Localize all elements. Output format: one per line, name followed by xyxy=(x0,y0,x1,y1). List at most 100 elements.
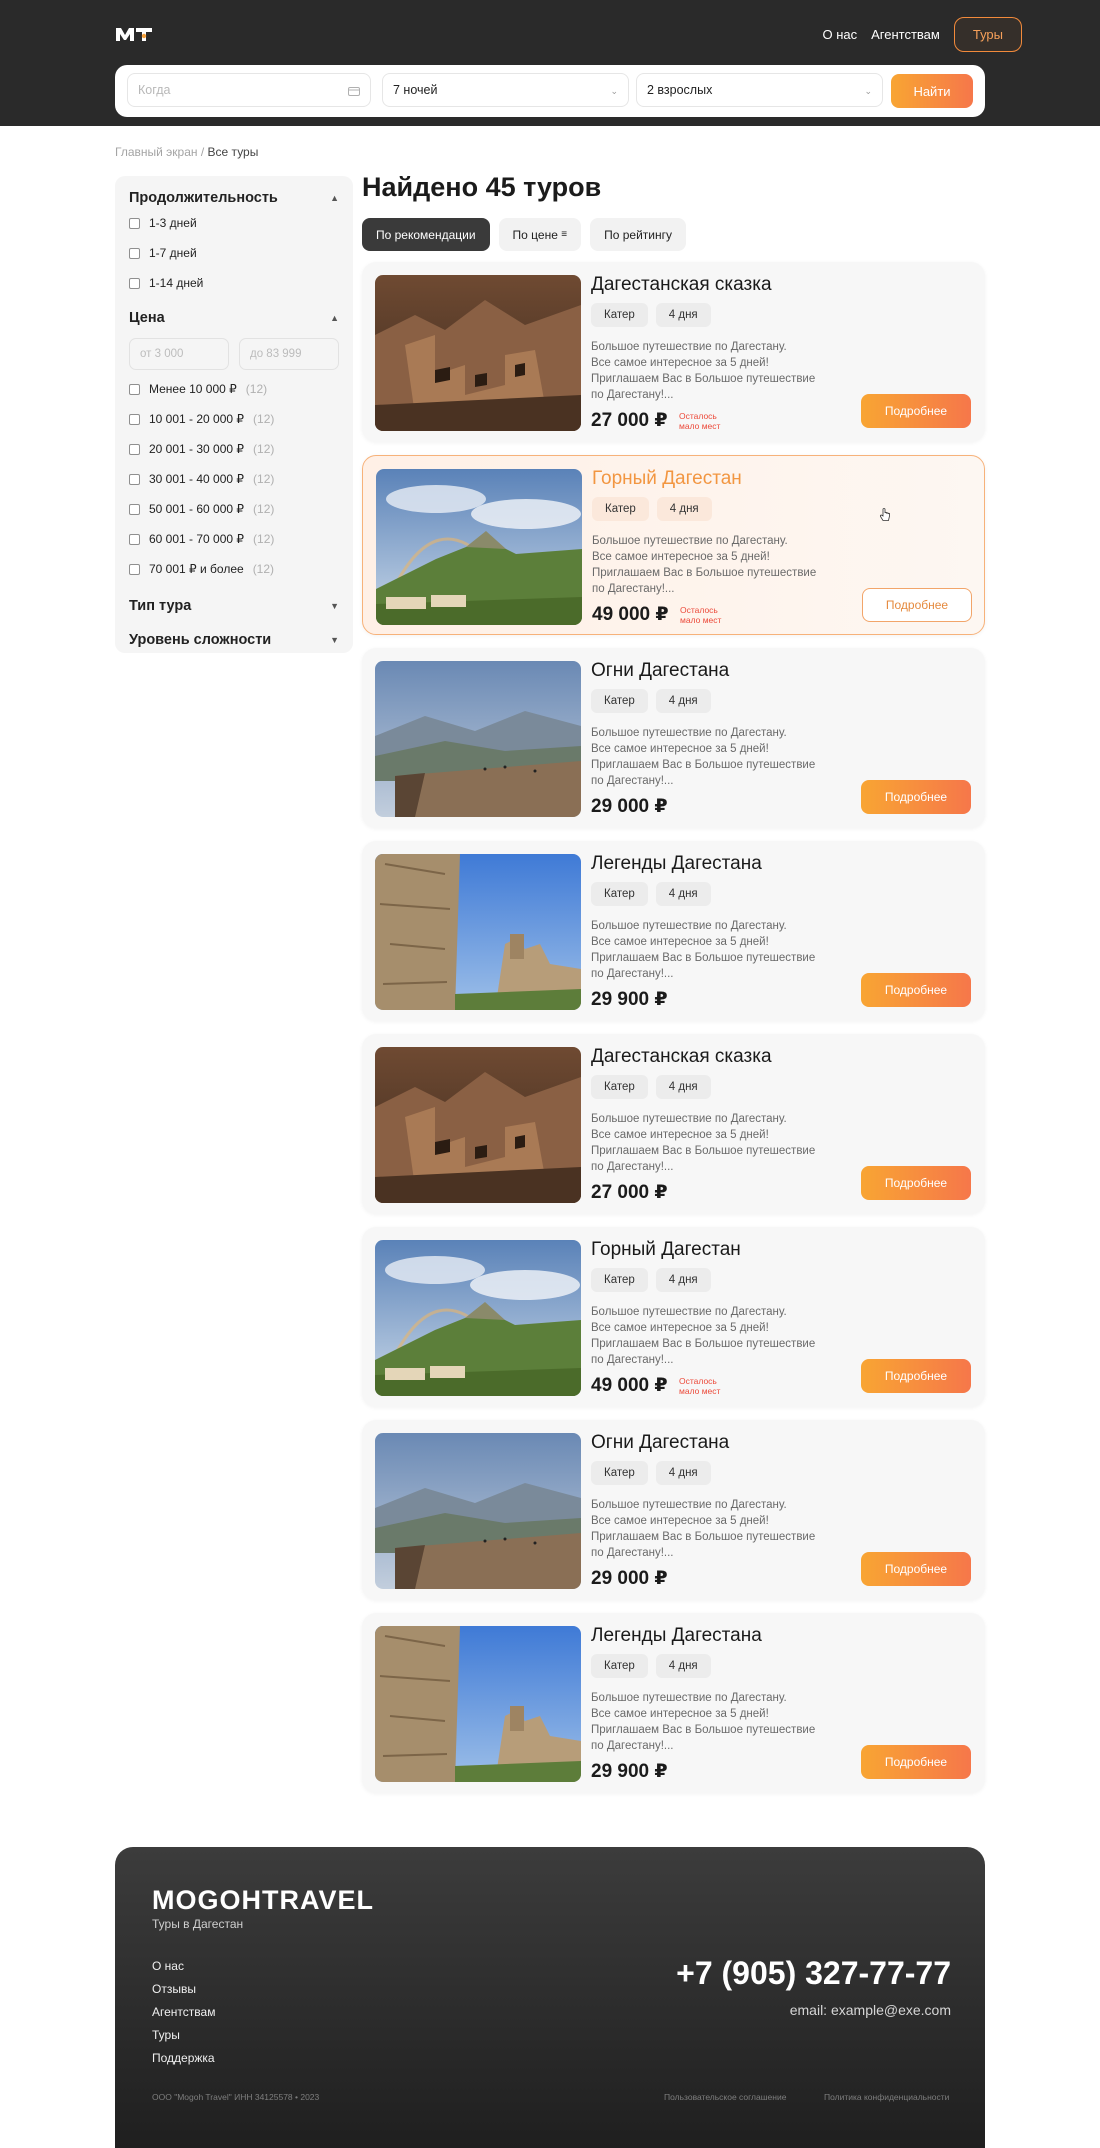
footer-email[interactable]: email: example@exe.com xyxy=(790,2002,951,2018)
checkbox[interactable] xyxy=(129,247,140,259)
tour-image[interactable] xyxy=(375,1626,581,1782)
tour-card[interactable]: Горный Дагестан Катер 4 дня Большое путешес… xyxy=(362,1227,985,1407)
tour-image[interactable] xyxy=(375,1433,581,1589)
filter-option[interactable]: 60 001 - 70 000 ₽ (12) xyxy=(129,524,339,554)
tour-description: Большое путешествие по Дагестану. Все сам… xyxy=(591,1497,851,1561)
tour-card[interactable]: Огни Дагестана Катер 4 дня Большое путешест… xyxy=(362,1420,985,1600)
checkbox[interactable] xyxy=(129,473,140,485)
tour-tag-duration: 4 дня xyxy=(655,1075,711,1099)
tours-button[interactable]: Туры xyxy=(953,17,1022,52)
filter-option[interactable]: 20 001 - 30 000 ₽ (12) xyxy=(129,434,339,464)
checkbox[interactable] xyxy=(129,443,140,455)
tour-price: 29 000 ₽ xyxy=(591,1568,668,1589)
details-button[interactable]: Подробнее xyxy=(861,1166,971,1200)
nav-agencies[interactable]: Агентствам xyxy=(871,27,940,42)
tour-title[interactable]: Горный Дагестан xyxy=(592,468,742,490)
tour-card[interactable]: Дагестанская сказка Катер 4 дня Большое пут… xyxy=(362,1034,985,1214)
filter-option[interactable]: 10 001 - 20 000 ₽ (12) xyxy=(129,404,339,434)
checkbox[interactable] xyxy=(129,563,140,575)
tour-image[interactable] xyxy=(375,1047,581,1203)
filter-option-label: 1-3 дней xyxy=(149,216,197,230)
nights-select[interactable]: 7 ночей ⌄ xyxy=(382,73,629,107)
tour-title[interactable]: Легенды Дагестана xyxy=(591,1625,762,1647)
checkbox[interactable] xyxy=(129,533,140,545)
checkbox[interactable] xyxy=(129,277,140,289)
checkbox[interactable] xyxy=(129,413,140,425)
filter-option[interactable]: 1-14 дней xyxy=(129,268,339,298)
details-button[interactable]: Подробнее xyxy=(861,973,971,1007)
tour-card[interactable]: Легенды Дагестана Катер 4 дня Большое путеш… xyxy=(362,1613,985,1793)
details-button[interactable]: Подробнее xyxy=(861,1552,971,1586)
tour-tag-duration: 4 дня xyxy=(656,497,712,521)
hand-cursor-icon xyxy=(879,508,890,521)
filter-duration-title: Продолжительность xyxy=(129,190,278,206)
filter-option[interactable]: Менее 10 000 ₽ (12) xyxy=(129,374,339,404)
tour-card[interactable]: Горный Дагестан Катер 4 дня Большое путешес… xyxy=(362,455,985,635)
filter-option[interactable]: 30 001 - 40 000 ₽ (12) xyxy=(129,464,339,494)
footer-privacy-link[interactable]: Политика конфиденциальности xyxy=(824,2092,949,2102)
tour-description-line: Все самое интересное за 5 дней! xyxy=(591,1129,769,1141)
tour-card[interactable]: Огни Дагестана Катер 4 дня Большое путешест… xyxy=(362,648,985,828)
tour-tags: Катер 4 дня xyxy=(591,1075,711,1099)
breadcrumb-current: Все туры xyxy=(207,145,259,159)
price-to-input[interactable]: до 83 999 xyxy=(239,338,339,370)
sort-price[interactable]: По цене ≡ xyxy=(498,218,582,251)
tour-image[interactable] xyxy=(375,275,581,431)
tour-title[interactable]: Огни Дагестана xyxy=(591,1432,729,1454)
few-seats-label: Осталось мало мест xyxy=(679,411,720,431)
filter-tour-type-header[interactable]: Тип тура ▼ xyxy=(129,596,339,616)
tour-title[interactable]: Огни Дагестана xyxy=(591,660,729,682)
guests-select[interactable]: 2 взрослых ⌄ xyxy=(636,73,883,107)
tour-title[interactable]: Легенды Дагестана xyxy=(591,853,762,875)
tour-card[interactable]: Дагестанская сказка Катер 4 дня Большое пут… xyxy=(362,262,985,442)
tour-price: 29 900 ₽ xyxy=(591,1761,668,1782)
footer-link-about[interactable]: О нас xyxy=(152,1959,215,1982)
details-button[interactable]: Подробнее xyxy=(861,1359,971,1393)
footer-link-support[interactable]: Поддержка xyxy=(152,2051,215,2074)
details-button[interactable]: Подробнее xyxy=(861,780,971,814)
tour-title[interactable]: Дагестанская сказка xyxy=(591,274,772,296)
tour-title[interactable]: Горный Дагестан xyxy=(591,1239,741,1261)
filter-option[interactable]: 1-7 дней xyxy=(129,238,339,268)
checkbox[interactable] xyxy=(129,383,140,395)
footer-logo[interactable]: MOGOHTRAVEL xyxy=(152,1885,374,1916)
footer-link-tours[interactable]: Туры xyxy=(152,2028,215,2051)
details-button[interactable]: Подробнее xyxy=(861,394,971,428)
sort-recommended[interactable]: По рекомендации xyxy=(362,218,490,251)
tour-description-line: Все самое интересное за 5 дней! xyxy=(591,357,769,369)
checkbox[interactable] xyxy=(129,217,140,229)
filter-option[interactable]: 50 001 - 60 000 ₽ (12) xyxy=(129,494,339,524)
filter-option[interactable]: 1-3 дней xyxy=(129,208,339,238)
tour-card[interactable]: Легенды Дагестана Катер 4 дня Большое путеш… xyxy=(362,841,985,1021)
tour-price: 49 000 ₽ xyxy=(591,1375,668,1396)
nav-about[interactable]: О нас xyxy=(822,27,857,42)
footer-link-agencies[interactable]: Агентствам xyxy=(152,2005,215,2028)
chevron-down-icon: ⌄ xyxy=(864,85,872,96)
filter-duration-header[interactable]: Продолжительность ▲ xyxy=(129,188,339,208)
tour-description-line: Все самое интересное за 5 дней! xyxy=(592,551,770,563)
tour-description-line: Все самое интересное за 5 дней! xyxy=(591,1322,769,1334)
date-field[interactable]: Когда xyxy=(127,73,371,107)
price-from-input[interactable]: от 3 000 xyxy=(129,338,229,370)
footer-phone[interactable]: +7 (905) 327-77-77 xyxy=(676,1955,951,1992)
sort-rating[interactable]: По рейтингу xyxy=(590,218,686,251)
find-button[interactable]: Найти xyxy=(891,74,973,108)
checkbox[interactable] xyxy=(129,503,140,515)
tour-price: 29 000 ₽ xyxy=(591,796,668,817)
details-button[interactable]: Подробнее xyxy=(861,1745,971,1779)
details-button[interactable]: Подробнее xyxy=(862,588,972,622)
footer-link-reviews[interactable]: Отзывы xyxy=(152,1982,215,2005)
footer-copyright: ООО "Mogoh Travel" ИНН 34125578 • 2023 xyxy=(152,2092,320,2102)
breadcrumb-home[interactable]: Главный экран xyxy=(115,145,198,159)
brand-logo-icon[interactable] xyxy=(115,25,153,43)
tour-image[interactable] xyxy=(375,1240,581,1396)
filter-option[interactable]: 70 001 ₽ и более (12) xyxy=(129,554,339,584)
filter-difficulty-header[interactable]: Уровень сложности ▼ xyxy=(129,630,339,650)
tour-image[interactable] xyxy=(375,661,581,817)
tour-image[interactable] xyxy=(375,854,581,1010)
tour-image[interactable] xyxy=(376,469,582,625)
tour-title[interactable]: Дагестанская сказка xyxy=(591,1046,772,1068)
footer-terms-link[interactable]: Пользовательское соглашение xyxy=(664,2092,786,2102)
filter-option-label: 60 001 - 70 000 ₽ xyxy=(149,532,245,546)
filter-price-header[interactable]: Цена ▲ xyxy=(129,308,339,328)
